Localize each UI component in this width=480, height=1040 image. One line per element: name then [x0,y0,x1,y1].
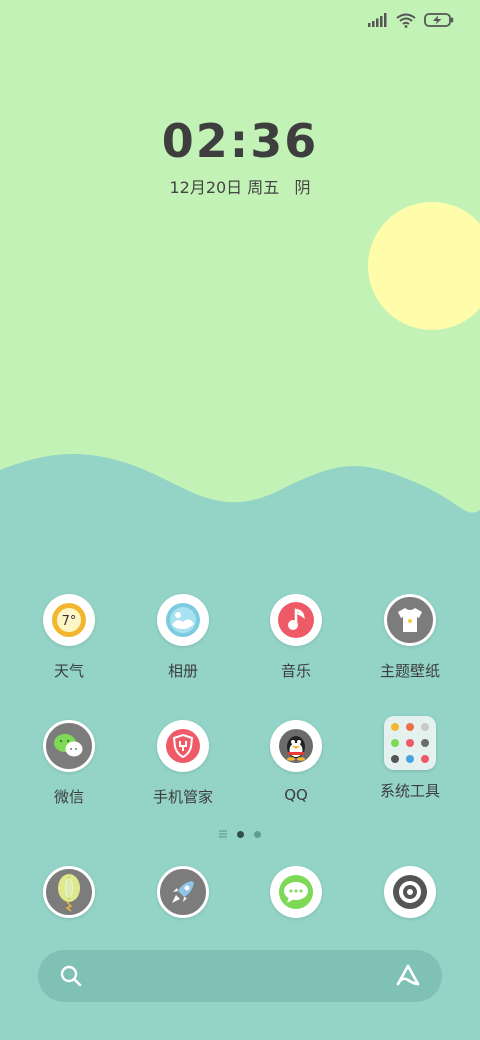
wechat-icon [43,720,95,772]
browser-icon [43,866,95,918]
app-label: 主题壁纸 [379,662,440,680]
app-label: QQ [284,786,308,804]
weather-icon: 7° [43,594,95,646]
music-icon [270,594,322,646]
app-wechat[interactable]: 微信 [14,720,124,807]
app-label: 相册 [167,662,198,680]
signal-icon [368,13,387,27]
page-indicator[interactable] [0,830,480,838]
app-label: 音乐 [280,662,311,680]
dock-messages[interactable] [241,866,351,918]
battery-charging-icon [424,13,454,27]
security-icon [157,720,209,772]
app-qq[interactable]: QQ [241,720,351,804]
app-gallery[interactable]: 相册 [128,594,238,681]
date-weather-text: 12月20日 周五 阴 [169,178,311,197]
search-bar[interactable] [38,950,442,1002]
themes-icon [384,594,436,646]
svg-text:7°: 7° [62,614,77,629]
page-dot [254,830,261,838]
assistant-icon[interactable] [394,962,422,990]
dock-rocket[interactable] [128,866,238,918]
app-label: 天气 [53,662,84,680]
folder-system-tools[interactable]: 系统工具 [355,716,465,801]
app-music[interactable]: 音乐 [241,594,351,681]
rocket-icon [157,866,209,918]
gallery-icon [157,594,209,646]
page-dot-active [237,830,244,838]
app-weather[interactable]: 7° 天气 [14,594,124,681]
lockscreen-clock: 02:36 [161,114,319,168]
app-label: 手机管家 [152,788,213,806]
messages-icon [270,866,322,918]
menu-lines-icon [219,830,227,838]
app-label: 系统工具 [379,782,440,800]
app-phone-manager[interactable]: 手机管家 [128,720,238,807]
folder-icon [384,716,436,770]
dock-browser[interactable] [14,866,124,918]
app-themes[interactable]: 主题壁纸 [355,594,465,681]
sun-decoration [368,202,480,330]
search-icon[interactable] [60,965,82,987]
wifi-icon [396,13,416,28]
app-label: 微信 [53,788,84,806]
status-bar [368,10,454,30]
dock-camera[interactable] [355,866,465,918]
camera-icon [384,866,436,918]
qq-icon [270,720,322,772]
